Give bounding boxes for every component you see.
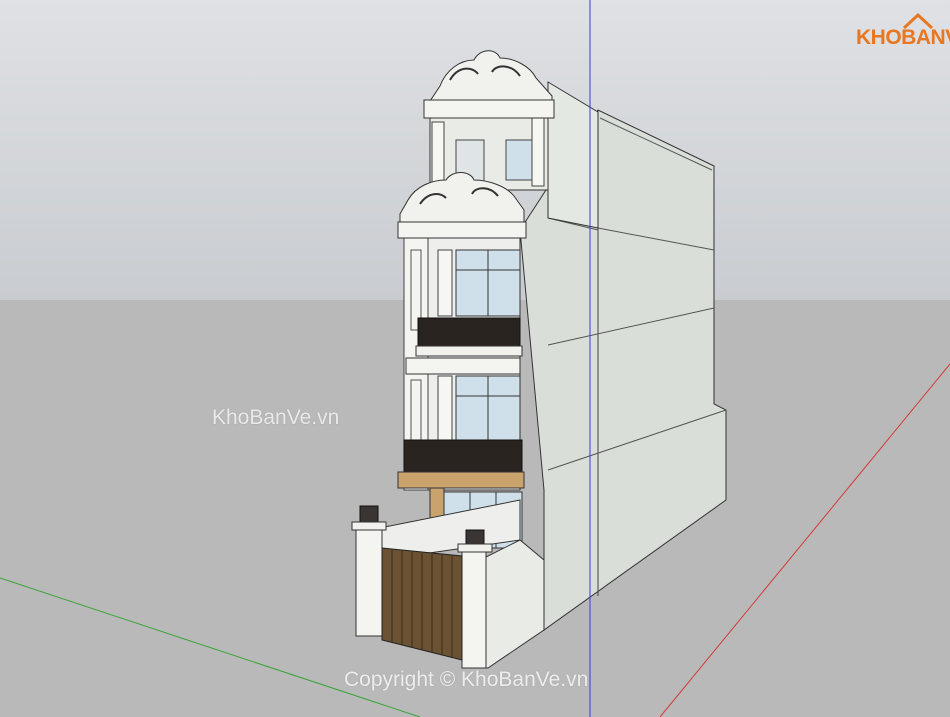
- logo-text: KHOBANVE: [856, 26, 950, 49]
- watermark-left: KhoBanVe.vn: [212, 406, 340, 429]
- balcony-railing-lower: [403, 439, 523, 475]
- balcony-railing-upper: [417, 317, 521, 349]
- gate-pillar-left: [355, 527, 383, 637]
- sketchup-viewport[interactable]: KHOBANVE KhoBanVe.vn Copyright © KhoBanV…: [0, 0, 950, 717]
- townhouse-model: [0, 0, 950, 717]
- wood-beam: [397, 471, 525, 489]
- khobanve-logo: KHOBANVE: [856, 12, 950, 56]
- gate-pillar-right: [461, 549, 487, 669]
- watermark-bottom: Copyright © KhoBanVe.vn: [344, 668, 589, 691]
